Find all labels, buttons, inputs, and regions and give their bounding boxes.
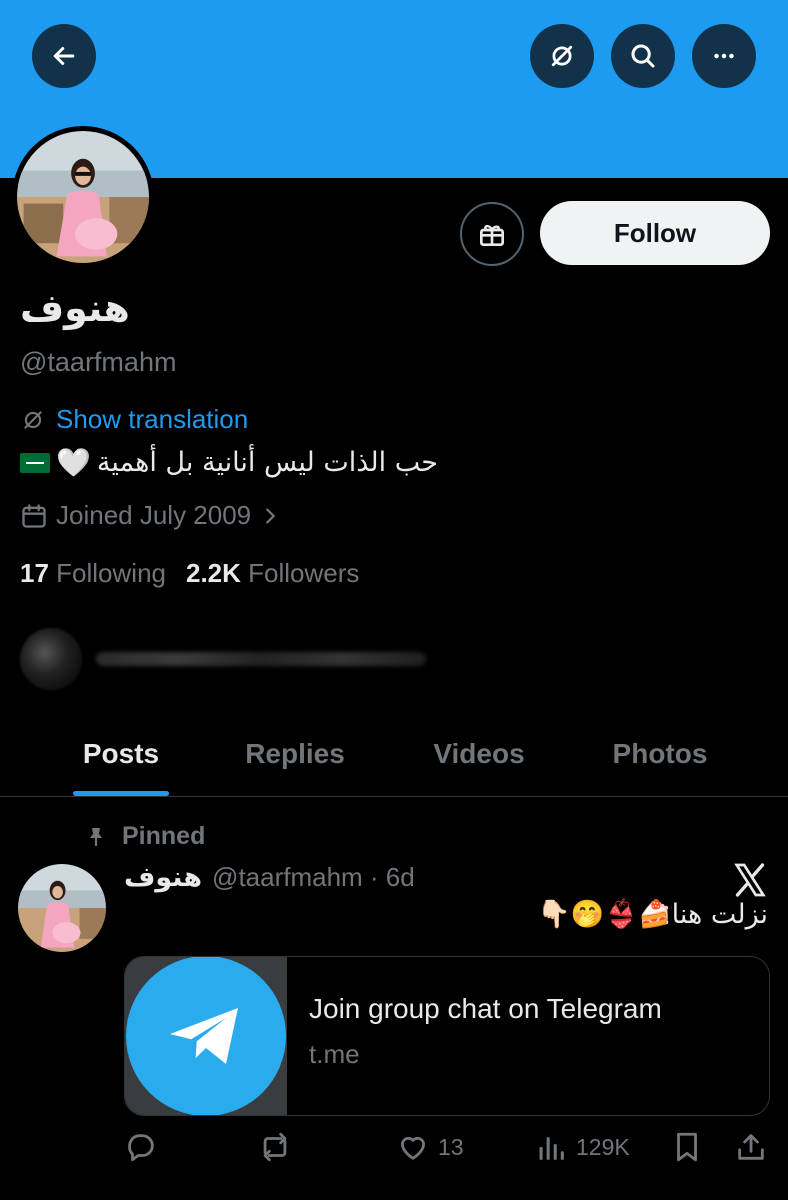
tab-posts[interactable]: Posts: [0, 712, 242, 796]
bookmark-button[interactable]: [670, 1130, 704, 1164]
post-text: نزلت هنا🍰👙🤭👇🏻: [537, 899, 768, 930]
profile-tabs: Posts Replies Videos Photos: [0, 712, 788, 797]
search-icon: [631, 44, 655, 68]
bookmark-icon: [677, 1132, 697, 1162]
more-button[interactable]: [692, 24, 756, 88]
pinned-label: Pinned: [84, 822, 205, 851]
telegram-icon: [170, 1008, 238, 1064]
display-name: هنوف: [20, 286, 130, 330]
reply-button[interactable]: [124, 1130, 158, 1164]
post-author-name[interactable]: هنوف: [124, 862, 202, 893]
reply-icon: [128, 1134, 154, 1162]
profile-avatar[interactable]: [12, 126, 154, 268]
link-card[interactable]: Join group chat on Telegram t.me: [124, 956, 770, 1116]
saudi-flag-icon: [20, 452, 50, 473]
avatar-photo: [17, 131, 149, 263]
follow-button[interactable]: Follow: [540, 201, 770, 265]
post-actions: 13 129K: [124, 1130, 770, 1174]
telegram-logo: [126, 957, 286, 1115]
blurred-text: [96, 652, 426, 666]
card-thumbnail: [125, 957, 287, 1115]
tab-photos[interactable]: Photos: [610, 712, 710, 796]
like-count: 13: [438, 1133, 464, 1160]
post-header: هنوف @taarfmahm · 6d: [124, 862, 415, 893]
back-button[interactable]: [32, 24, 96, 88]
pin-icon: [90, 827, 102, 846]
blurred-avatar: [20, 628, 82, 690]
show-translation-row[interactable]: Show translation: [20, 404, 248, 435]
following-count: 17: [20, 558, 49, 588]
pinned-text: Pinned: [122, 822, 206, 850]
share-icon: [738, 1134, 764, 1160]
repost-button[interactable]: [258, 1130, 292, 1164]
following-label: Following: [56, 558, 166, 588]
like-button[interactable]: 13: [396, 1130, 464, 1164]
search-button[interactable]: [611, 24, 675, 88]
x-logo-icon: [734, 863, 766, 897]
bio-text: حب الذات ليس أنانية بل أهمية: [96, 447, 438, 478]
profile-bio: 🤍 حب الذات ليس أنانية بل أهمية: [20, 446, 438, 479]
tab-videos[interactable]: Videos: [348, 712, 610, 796]
repost-icon: [263, 1132, 287, 1162]
bio-heart-emoji: 🤍: [56, 446, 91, 479]
follow-stats: 17 Following 2.2K Followers: [20, 558, 359, 589]
post-author-avatar[interactable]: [18, 864, 106, 952]
user-handle: @taarfmahm: [20, 347, 177, 377]
tab-replies[interactable]: Replies: [242, 712, 348, 796]
card-domain: t.me: [309, 1039, 360, 1069]
share-button[interactable]: [734, 1130, 768, 1164]
card-body: Join group chat on Telegram t.me: [287, 957, 662, 1115]
followers-count: 2.2K: [185, 558, 241, 588]
followers-label: Followers: [248, 558, 360, 588]
show-translation-link[interactable]: Show translation: [56, 404, 248, 435]
followed-by-row[interactable]: [20, 628, 426, 690]
following-stat[interactable]: 17 Following: [20, 558, 166, 589]
post-author-meta[interactable]: @taarfmahm · 6d: [212, 862, 415, 893]
joined-label: Joined July 2009: [56, 500, 252, 530]
gift-icon: [480, 224, 504, 246]
views-button[interactable]: 129K: [534, 1130, 630, 1164]
gift-button[interactable]: [460, 202, 524, 266]
back-arrow-icon: [53, 47, 75, 65]
view-count: 129K: [576, 1133, 630, 1160]
followers-stat[interactable]: 2.2K Followers: [186, 558, 359, 589]
translate-button[interactable]: [530, 24, 594, 88]
calendar-icon: [22, 503, 46, 528]
joined-date[interactable]: Joined July 2009: [20, 500, 281, 531]
like-icon: [400, 1136, 426, 1160]
views-icon: [539, 1136, 564, 1160]
more-icon: [714, 53, 734, 59]
card-title: Join group chat on Telegram: [309, 993, 662, 1024]
translate-icon: [24, 410, 42, 429]
chevron-right-icon: [266, 507, 276, 524]
translate-icon: [551, 45, 573, 67]
